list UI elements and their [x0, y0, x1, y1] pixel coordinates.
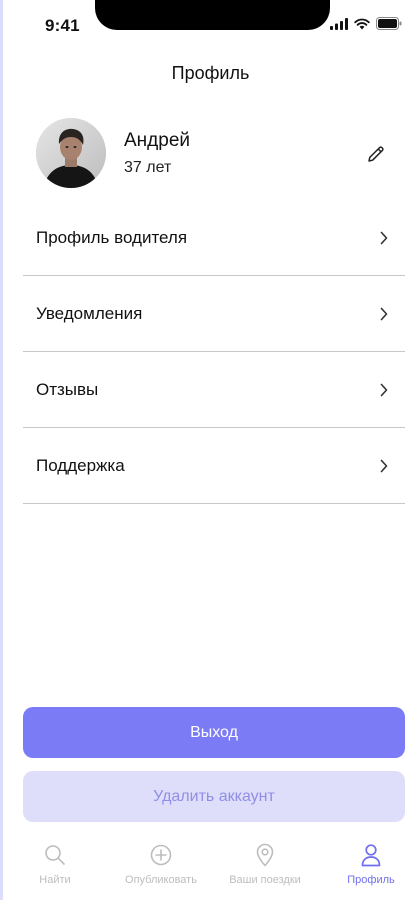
status-time: 9:41 — [45, 16, 80, 35]
menu-item-reviews[interactable]: Отзывы — [23, 352, 405, 428]
menu-item-label: Отзывы — [36, 379, 99, 399]
battery-icon — [376, 17, 402, 30]
profile-menu: Профиль водителя Уведомления Отзывы Подд… — [23, 200, 405, 504]
device-notch — [95, 0, 330, 30]
status-bar: 9:41 — [3, 0, 415, 48]
menu-item-label: Поддержка — [36, 455, 125, 475]
status-icons — [330, 17, 402, 30]
pencil-icon — [368, 146, 384, 162]
chevron-right-icon — [377, 383, 391, 397]
tab-publish[interactable]: Опубликовать — [111, 836, 211, 896]
user-name: Андрей — [124, 130, 190, 151]
logout-button-label: Выход — [190, 723, 238, 741]
wifi-icon — [354, 18, 370, 29]
search-icon — [43, 843, 67, 867]
chevron-right-icon — [377, 231, 391, 245]
tab-label: Профиль — [347, 874, 395, 886]
edit-profile-button[interactable] — [364, 142, 388, 166]
plus-circle-icon — [149, 843, 173, 867]
logout-button[interactable]: Выход — [23, 707, 405, 758]
tab-profile[interactable]: Профиль — [321, 836, 415, 896]
avatar[interactable] — [36, 118, 106, 188]
tab-search[interactable]: Найти — [5, 836, 105, 896]
delete-account-button-label: Удалить аккаунт — [153, 787, 275, 805]
menu-item-support[interactable]: Поддержка — [23, 428, 405, 504]
delete-account-button[interactable]: Удалить аккаунт — [23, 771, 405, 822]
profile-screen: 9:41 Профиль Андрей 37 лет Профиль водит… — [0, 0, 415, 900]
user-icon — [359, 843, 383, 867]
tab-label: Найти — [39, 874, 71, 886]
avatar-photo — [36, 118, 106, 188]
chevron-right-icon — [377, 307, 391, 321]
tab-my-trips[interactable]: Ваши поездки — [215, 836, 315, 896]
menu-item-label: Уведомления — [36, 303, 143, 323]
map-pin-icon — [253, 843, 277, 867]
menu-item-label: Профиль водителя — [36, 227, 188, 247]
tab-label: Ваши поездки — [229, 874, 301, 886]
bottom-tab-bar: Найти Опубликовать Ваши поездки Профиль — [3, 836, 415, 900]
user-age: 37 лет — [124, 159, 172, 176]
menu-item-driver-profile[interactable]: Профиль водителя — [23, 200, 405, 276]
signal-icon — [330, 17, 348, 30]
tab-label: Опубликовать — [125, 874, 197, 886]
profile-header: Андрей 37 лет — [36, 118, 396, 190]
page-title: Профиль — [171, 63, 250, 83]
chevron-right-icon — [377, 459, 391, 473]
menu-item-notifications[interactable]: Уведомления — [23, 276, 405, 352]
